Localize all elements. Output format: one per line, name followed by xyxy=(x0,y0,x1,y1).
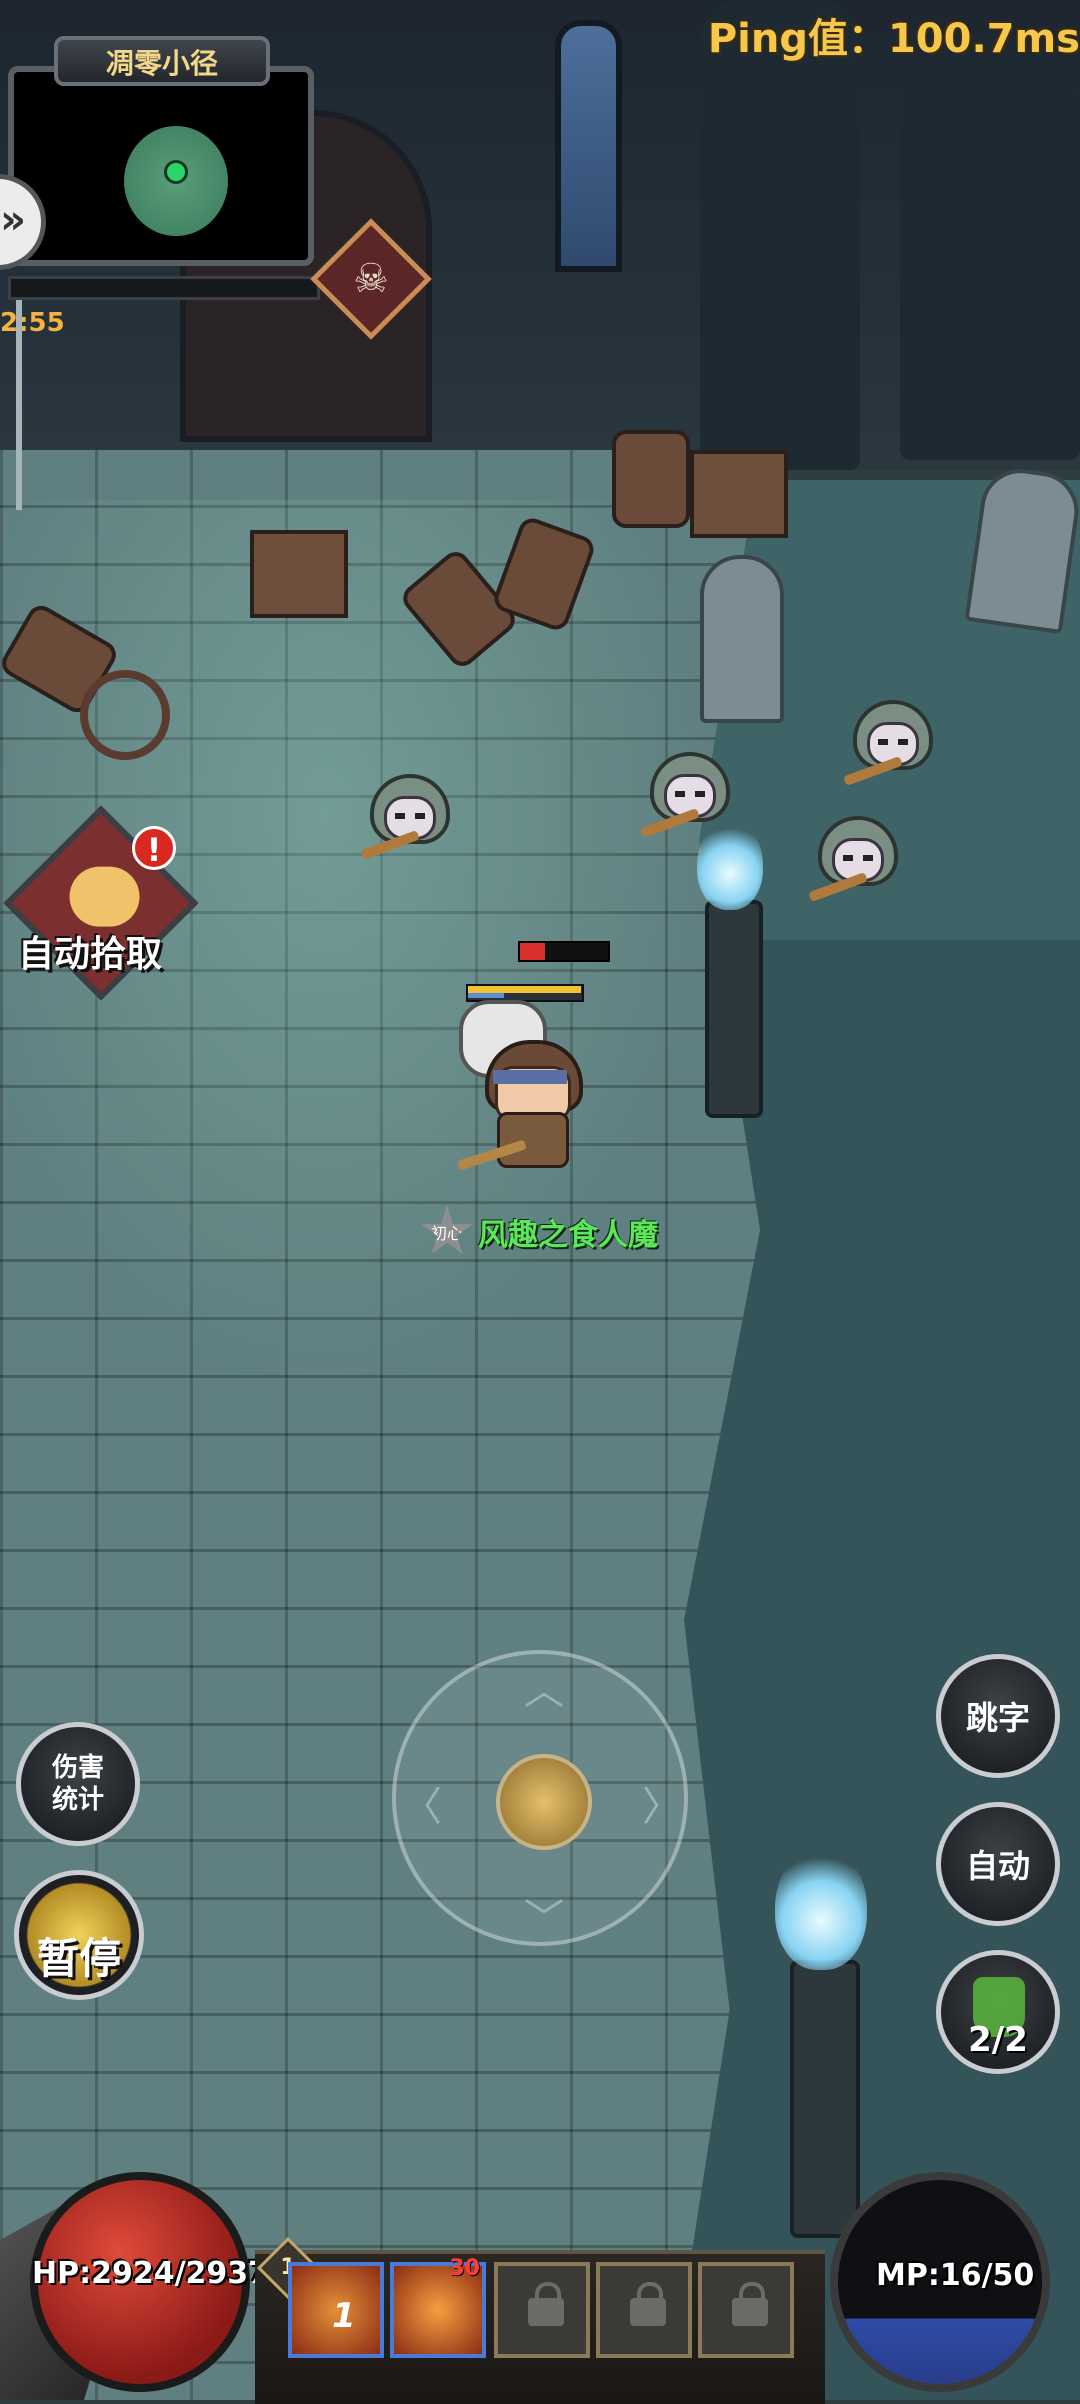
lock-icon xyxy=(732,2282,768,2326)
double-chevron-icon: » xyxy=(0,197,26,243)
tombstone xyxy=(700,555,784,723)
player-mp-fill xyxy=(468,993,505,998)
crate xyxy=(250,530,348,618)
blue-flame xyxy=(775,1846,867,1970)
player-hp-fill xyxy=(468,986,582,993)
player-rank: 初心 xyxy=(430,1224,463,1243)
crate xyxy=(690,450,788,538)
cart-wheel xyxy=(80,670,170,760)
side-rail xyxy=(16,300,22,510)
skeleton-archer-enemy[interactable] xyxy=(808,816,898,916)
dead-tree xyxy=(900,60,1080,460)
joystick-left-arrow-icon: 〈 xyxy=(402,1784,442,1830)
virtual-joystick[interactable]: ︿ ﹀ 〈 〉 xyxy=(392,1650,688,1946)
skill-slot-2[interactable]: 30 xyxy=(390,2256,486,2358)
stained-window xyxy=(555,20,622,272)
game-scene: 初心 风趣之食人魔 xyxy=(0,0,1080,2400)
player-name: 风趣之食人魔 xyxy=(478,1218,658,1253)
minimap[interactable] xyxy=(8,66,314,266)
skill-slot-locked[interactable] xyxy=(494,2262,590,2358)
hand-icon xyxy=(69,866,140,927)
player-nameplate: 初心 风趣之食人魔 xyxy=(420,1205,658,1259)
skill-slot-1-label: 1 xyxy=(332,2296,356,2336)
lock-icon xyxy=(630,2282,666,2326)
rank-star-icon: 初心 xyxy=(421,1205,473,1255)
dead-tree xyxy=(700,0,860,470)
skill-slot-locked[interactable] xyxy=(698,2262,794,2358)
stage-progress-bar xyxy=(8,276,320,300)
barrel xyxy=(612,430,690,528)
hp-label: HP:2924/2937 xyxy=(32,2256,270,2291)
pause-label: 暂停 xyxy=(36,1933,121,1983)
skill-slot-1[interactable]: 1 xyxy=(288,2262,384,2358)
enemy-hp-bar xyxy=(518,941,610,962)
ping-readout: Ping值：100.7ms xyxy=(707,16,1080,62)
map-name: 凋零小径 xyxy=(54,36,270,86)
damage-stats-button[interactable]: 伤害统计 xyxy=(16,1722,140,1846)
jump-text-label: 跳字 xyxy=(965,1699,1030,1737)
skeleton-archer-enemy[interactable] xyxy=(843,700,933,800)
potion-count: 2/2 xyxy=(968,2020,1028,2060)
joystick-right-arrow-icon: 〉 xyxy=(642,1784,682,1830)
mp-label: MP:16/50 xyxy=(876,2258,1035,2293)
joystick-down-arrow-icon: ﹀ xyxy=(524,1896,564,1942)
skeleton-archer-enemy[interactable] xyxy=(360,774,450,874)
auto-pickup-label: 自动拾取 xyxy=(18,934,163,975)
stone-pillar xyxy=(705,900,763,1118)
skeleton-archer-enemy[interactable] xyxy=(640,752,730,852)
skill-slot-locked[interactable] xyxy=(596,2262,692,2358)
jump-text-button[interactable]: 跳字 xyxy=(936,1654,1060,1778)
player-character xyxy=(455,1000,605,1180)
stage-timer: 2:55 xyxy=(0,308,65,338)
skill-slot-2-badge: 30 xyxy=(449,2256,480,2281)
auto-battle-button[interactable]: 自动 xyxy=(936,1802,1060,1926)
potion-button[interactable]: 2/2 xyxy=(936,1950,1060,2074)
lock-icon xyxy=(528,2282,564,2326)
joystick-knob[interactable] xyxy=(496,1754,592,1850)
auto-pickup-alert-badge: ! xyxy=(132,826,176,870)
minimap-player-marker xyxy=(164,160,188,184)
damage-stats-label: 伤害统计 xyxy=(51,1753,104,1815)
stone-pillar xyxy=(790,1960,860,2238)
joystick-up-arrow-icon: ︿ xyxy=(524,1668,564,1714)
pause-button[interactable]: 暂停 xyxy=(14,1870,144,2000)
auto-battle-label: 自动 xyxy=(965,1847,1030,1885)
